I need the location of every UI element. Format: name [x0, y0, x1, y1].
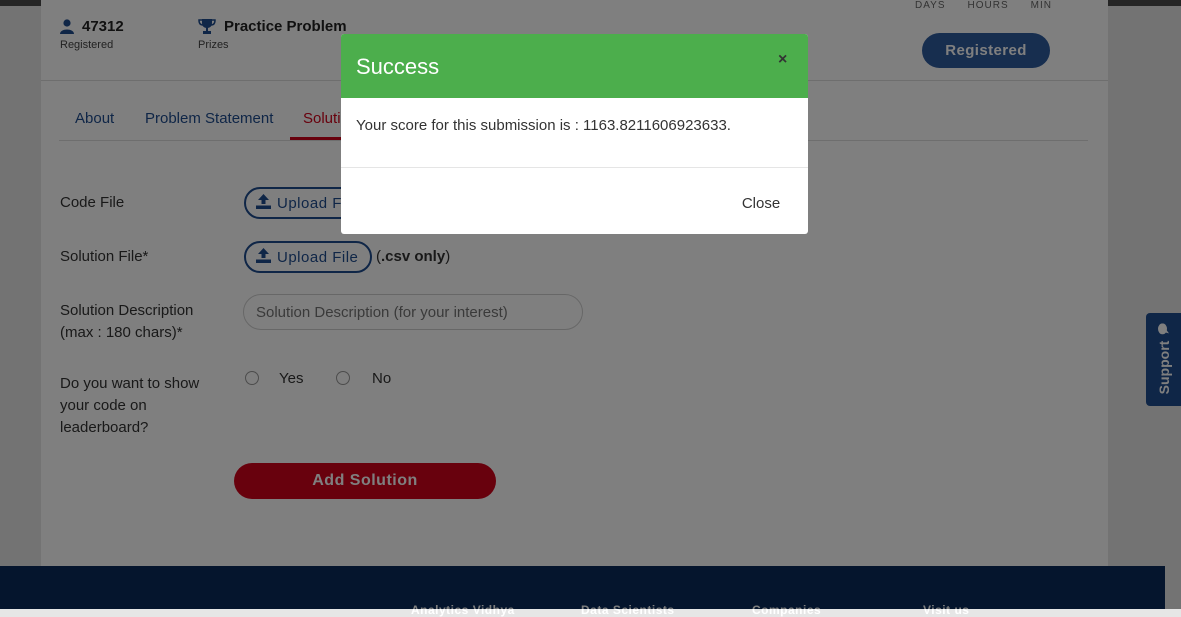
success-modal: Success × Your score for this submission…	[341, 34, 808, 234]
modal-title: Success	[356, 54, 440, 79]
modal-close-button[interactable]: Close	[726, 188, 796, 218]
modal-body: Your score for this submission is : 1163…	[341, 98, 808, 168]
modal-header: Success ×	[341, 34, 808, 98]
score-message: Your score for this submission is : 1163…	[356, 117, 731, 134]
modal-close-icon[interactable]: ×	[778, 51, 787, 69]
